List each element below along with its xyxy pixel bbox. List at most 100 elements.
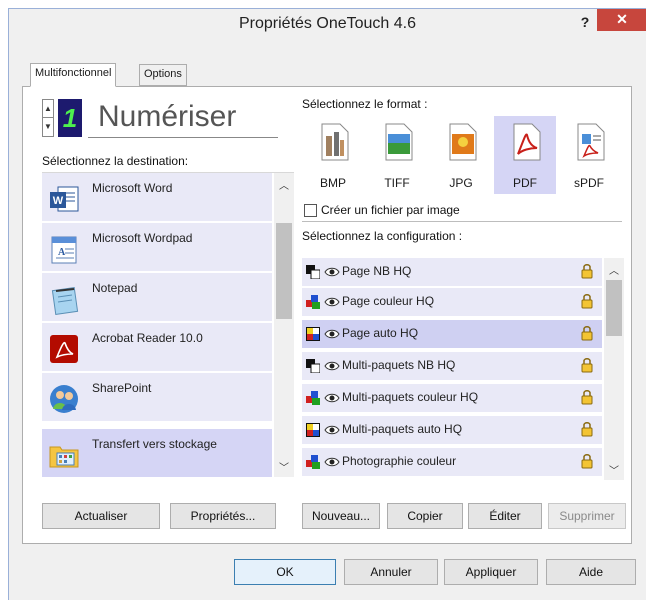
one-file-per-image-label: Créer un fichier par image <box>321 203 460 217</box>
bw-page-icon <box>306 265 320 279</box>
eye-icon[interactable] <box>324 361 340 371</box>
config-label: Multi-paquets NB HQ <box>342 358 456 372</box>
format-label-tiff: TIFF <box>384 176 410 190</box>
list-item[interactable]: Notepad <box>42 273 272 321</box>
notepad-icon <box>51 287 79 315</box>
table-row[interactable]: Multi-paquets NB HQ <box>302 352 602 380</box>
wordpad-icon: A <box>51 236 77 264</box>
jpg-format-icon <box>449 123 477 161</box>
configuration-label: Sélectionnez la configuration : <box>302 229 463 243</box>
lock-icon <box>581 422 593 437</box>
lock-icon <box>581 294 593 309</box>
svg-text:W: W <box>53 195 64 207</box>
eye-icon[interactable] <box>324 393 340 403</box>
pdf-format-icon <box>513 123 541 161</box>
action-underline <box>88 137 278 138</box>
list-item[interactable]: W Microsoft Word <box>42 173 272 221</box>
ok-button[interactable]: OK <box>234 559 336 585</box>
new-button[interactable]: Nouveau... <box>302 503 380 529</box>
scrollbar-thumb[interactable] <box>276 223 292 319</box>
destination-list[interactable]: W Microsoft Word A Microsoft Wordpad Not… <box>42 172 294 477</box>
table-row[interactable]: Photographie couleur <box>302 448 602 476</box>
format-label-spdf: sPDF <box>574 176 604 190</box>
scroll-down-icon[interactable]: ﹀ <box>275 459 293 474</box>
lock-icon <box>581 454 593 469</box>
format-option-bmp[interactable]: BMP <box>302 116 364 194</box>
lock-icon <box>581 358 593 373</box>
tab-multifonctionnel[interactable]: Multifonctionnel <box>30 63 117 87</box>
list-item[interactable]: A Microsoft Wordpad <box>42 223 272 271</box>
eye-icon[interactable] <box>324 329 340 339</box>
config-label: Page auto HQ <box>342 326 419 340</box>
config-label: Page couleur HQ <box>342 294 435 308</box>
eye-icon[interactable] <box>324 457 340 467</box>
apply-button[interactable]: Appliquer <box>444 559 538 585</box>
format-option-tiff[interactable]: TIFF <box>366 116 428 194</box>
spinner-down-icon[interactable]: ▼ <box>43 118 53 136</box>
format-selector[interactable]: BMP TIFF JPG PDF sPDF <box>302 116 622 196</box>
help-button[interactable]: Aide <box>546 559 636 585</box>
destination-label: Sélectionnez la destination: <box>42 154 189 168</box>
microsoft-word-icon: W <box>50 186 79 212</box>
table-row[interactable]: Multi-paquets couleur HQ <box>302 384 602 412</box>
color-page-icon <box>306 455 320 469</box>
cancel-button[interactable]: Annuler <box>344 559 438 585</box>
storage-folder-icon <box>49 446 79 468</box>
auto-page-icon <box>306 423 320 437</box>
eye-icon[interactable] <box>324 425 340 435</box>
format-option-pdf[interactable]: PDF <box>494 116 556 194</box>
color-page-icon <box>306 295 320 309</box>
lock-icon <box>581 326 593 341</box>
copy-button[interactable]: Copier <box>387 503 463 529</box>
action-number-display: 1 <box>58 99 82 137</box>
edit-button[interactable]: Éditer <box>468 503 542 529</box>
action-spinner[interactable]: ▲ ▼ <box>42 99 54 137</box>
format-label-pdf: PDF <box>513 176 537 190</box>
format-option-jpg[interactable]: JPG <box>430 116 492 194</box>
format-label-bmp: BMP <box>319 176 346 190</box>
scroll-down-icon[interactable]: ﹀ <box>605 462 623 477</box>
refresh-button[interactable]: Actualiser <box>42 503 160 529</box>
properties-button[interactable]: Propriétés... <box>170 503 276 529</box>
list-item[interactable]: Acrobat Reader 10.0 <box>42 323 272 371</box>
scroll-up-icon[interactable]: ︿ <box>275 177 293 192</box>
config-label: Photographie couleur <box>342 454 457 468</box>
one-file-per-image-checkbox[interactable] <box>304 204 317 217</box>
auto-page-icon <box>306 327 320 341</box>
help-title-button[interactable]: ? <box>575 11 595 33</box>
color-page-icon <box>306 391 320 405</box>
scroll-up-icon[interactable]: ︿ <box>605 262 623 277</box>
close-button[interactable]: ✕ <box>597 9 646 31</box>
table-row[interactable]: Page couleur HQ <box>302 288 602 316</box>
acrobat-reader-icon <box>50 335 78 363</box>
lock-icon <box>581 264 593 279</box>
sharepoint-icon <box>50 385 78 413</box>
list-item-label: Acrobat Reader 10.0 <box>92 331 203 345</box>
list-item-label: SharePoint <box>92 381 152 395</box>
list-item-label: Microsoft Word <box>92 181 173 195</box>
format-option-spdf[interactable]: sPDF <box>558 116 620 194</box>
destination-scrollbar[interactable]: ︿ ﹀ <box>274 173 294 477</box>
format-label-jpg: JPG <box>449 176 473 190</box>
delete-button[interactable]: Supprimer <box>548 503 626 529</box>
lock-icon <box>581 390 593 405</box>
spdf-format-icon <box>577 123 605 161</box>
configuration-scrollbar[interactable]: ︿ ﹀ <box>604 258 624 480</box>
configuration-list[interactable]: Page NB HQ Page couleur HQ Page auto HQ … <box>302 258 626 480</box>
svg-text:A: A <box>58 247 66 258</box>
config-label: Multi-paquets auto HQ <box>342 422 463 436</box>
tab-options[interactable]: Options <box>139 64 187 86</box>
table-row[interactable]: Page auto HQ <box>302 320 602 348</box>
list-item-label: Transfert vers stockage <box>92 437 217 451</box>
config-label: Page NB HQ <box>342 264 412 278</box>
spinner-up-icon[interactable]: ▲ <box>43 100 53 118</box>
list-item[interactable]: Transfert vers stockage <box>42 429 272 477</box>
title-bar: Propriétés OneTouch 4.6 ? ✕ <box>9 9 646 39</box>
eye-icon[interactable] <box>324 267 340 277</box>
table-row[interactable]: Multi-paquets auto HQ <box>302 416 602 444</box>
scrollbar-thumb[interactable] <box>606 280 622 336</box>
list-item-label: Notepad <box>92 281 138 295</box>
list-item[interactable]: SharePoint <box>42 373 272 421</box>
eye-icon[interactable] <box>324 297 340 307</box>
table-row[interactable]: Page NB HQ <box>302 258 602 286</box>
